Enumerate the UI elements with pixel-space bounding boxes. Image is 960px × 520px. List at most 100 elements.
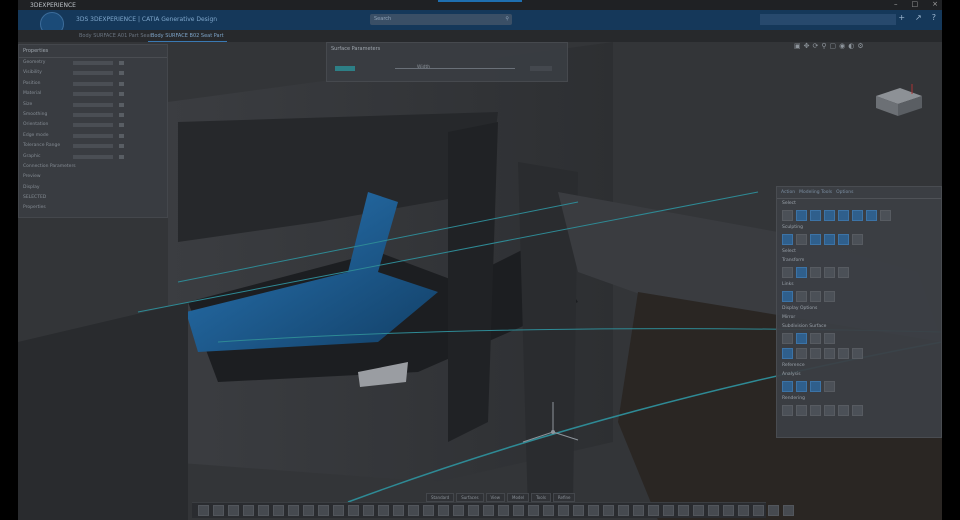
edit-icon[interactable] <box>119 102 124 107</box>
parameter-slider[interactable] <box>335 65 555 73</box>
help-icon[interactable]: ? <box>932 13 936 22</box>
link-tool-icon[interactable] <box>824 291 835 302</box>
zoom-icon[interactable]: ⚲ <box>821 42 826 50</box>
sculpt-tool-icon[interactable] <box>852 234 863 245</box>
edit-icon[interactable] <box>119 71 124 76</box>
tab-standard[interactable]: Standard <box>426 493 455 502</box>
sculpt-tool-icon[interactable] <box>838 234 849 245</box>
select-tool-icon[interactable] <box>810 210 821 221</box>
action-tool-icon[interactable] <box>318 505 329 516</box>
minimize-button[interactable]: – <box>894 0 898 8</box>
action-tool-icon[interactable] <box>393 505 404 516</box>
edit-icon[interactable] <box>119 133 124 138</box>
property-row[interactable]: Connection Parameters <box>19 162 167 172</box>
action-tool-icon[interactable] <box>483 505 494 516</box>
action-tool-icon[interactable] <box>213 505 224 516</box>
tab-options[interactable]: Options <box>836 190 853 195</box>
search-input[interactable]: Search ⚲ <box>370 14 512 25</box>
subdivision-tool-icon[interactable] <box>838 348 849 359</box>
cursor-tool-icon[interactable] <box>782 210 793 221</box>
action-tool-icon[interactable] <box>663 505 674 516</box>
action-tool-icon[interactable] <box>648 505 659 516</box>
tab-part-seat-b02[interactable]: Body SURFACE B02 Seat Part <box>148 31 227 42</box>
analysis-tool-icon[interactable] <box>810 381 821 392</box>
action-tool-icon[interactable] <box>423 505 434 516</box>
property-row[interactable]: Properties <box>19 203 167 213</box>
action-tool-icon[interactable] <box>543 505 554 516</box>
select-tool-icon[interactable] <box>824 210 835 221</box>
property-row[interactable]: Geometry <box>19 58 167 68</box>
user-field[interactable] <box>760 14 896 25</box>
action-tool-icon[interactable] <box>528 505 539 516</box>
normal-view-icon[interactable]: ▢ <box>830 42 837 50</box>
action-tool-icon[interactable] <box>723 505 734 516</box>
search-icon[interactable]: ⚲ <box>505 14 509 25</box>
property-row[interactable]: Size <box>19 100 167 110</box>
transform-tool-icon[interactable] <box>810 267 821 278</box>
properties-panel[interactable]: Properties Geometry Visibility Position … <box>18 44 168 218</box>
sculpt-tool-icon[interactable] <box>782 234 793 245</box>
tab-tools[interactable]: Tools <box>531 493 551 502</box>
subdivision-tool-icon[interactable] <box>796 333 807 344</box>
action-tool-icon[interactable] <box>603 505 614 516</box>
action-tool-icon[interactable] <box>453 505 464 516</box>
tab-surfaces[interactable]: Surfaces <box>456 493 484 502</box>
select-tool-icon[interactable] <box>866 210 877 221</box>
property-row[interactable]: Visibility <box>19 68 167 78</box>
property-row[interactable]: Preview <box>19 172 167 182</box>
property-row[interactable]: Material <box>19 89 167 99</box>
action-tool-icon[interactable] <box>363 505 374 516</box>
fit-all-icon[interactable]: ▣ <box>794 42 801 50</box>
action-tool-icon[interactable] <box>708 505 719 516</box>
property-row[interactable]: Edge mode <box>19 131 167 141</box>
property-row[interactable]: Tolerance Range <box>19 141 167 151</box>
transform-tool-icon[interactable] <box>824 267 835 278</box>
tab-refine[interactable]: Refine <box>552 493 576 502</box>
subdivision-tool-icon[interactable] <box>782 348 793 359</box>
action-tool-icon[interactable] <box>408 505 419 516</box>
action-tool-icon[interactable] <box>348 505 359 516</box>
link-tool-icon[interactable] <box>782 291 793 302</box>
action-tool-icon[interactable] <box>228 505 239 516</box>
transform-tool-icon[interactable] <box>782 267 793 278</box>
link-tool-icon[interactable] <box>796 291 807 302</box>
action-tool-icon[interactable] <box>288 505 299 516</box>
sculpt-tool-icon[interactable] <box>810 234 821 245</box>
render-tool-icon[interactable] <box>796 405 807 416</box>
action-tool-icon[interactable] <box>768 505 779 516</box>
subdivision-tool-icon[interactable] <box>810 348 821 359</box>
hide-show-icon[interactable]: ◐ <box>848 42 854 50</box>
subdivision-tool-icon[interactable] <box>852 348 863 359</box>
edit-icon[interactable] <box>119 61 124 65</box>
tab-model[interactable]: Model <box>507 493 530 502</box>
render-tool-icon[interactable] <box>810 405 821 416</box>
action-tool-icon[interactable] <box>783 505 794 516</box>
share-icon[interactable]: ↗ <box>915 13 922 22</box>
tab-action[interactable]: Action <box>781 190 795 195</box>
action-tool-icon[interactable] <box>303 505 314 516</box>
property-row[interactable]: SELECTED <box>19 193 167 203</box>
action-tool-icon[interactable] <box>438 505 449 516</box>
close-button[interactable]: × <box>932 0 938 8</box>
edit-icon[interactable] <box>119 154 124 159</box>
action-tool-icon[interactable] <box>258 505 269 516</box>
subdivision-tool-icon[interactable] <box>824 333 835 344</box>
edit-icon[interactable] <box>119 123 124 128</box>
tab-modeling-tools[interactable]: Modeling Tools <box>799 190 832 195</box>
subdivision-tool-icon[interactable] <box>810 333 821 344</box>
view-cube-icon[interactable] <box>866 82 928 120</box>
property-row[interactable]: Orientation <box>19 120 167 130</box>
action-tool-icon[interactable] <box>378 505 389 516</box>
select-tool-icon[interactable] <box>852 210 863 221</box>
property-row[interactable]: Position <box>19 79 167 89</box>
action-tool-icon[interactable] <box>633 505 644 516</box>
action-tool-icon[interactable] <box>333 505 344 516</box>
action-tool-icon[interactable] <box>498 505 509 516</box>
action-tool-icon[interactable] <box>513 505 524 516</box>
property-row[interactable]: Display <box>19 183 167 193</box>
action-tool-icon[interactable] <box>468 505 479 516</box>
subdivision-tool-icon[interactable] <box>824 348 835 359</box>
action-tool-icon[interactable] <box>588 505 599 516</box>
pan-icon[interactable]: ✥ <box>804 42 810 50</box>
action-tool-icon[interactable] <box>618 505 629 516</box>
